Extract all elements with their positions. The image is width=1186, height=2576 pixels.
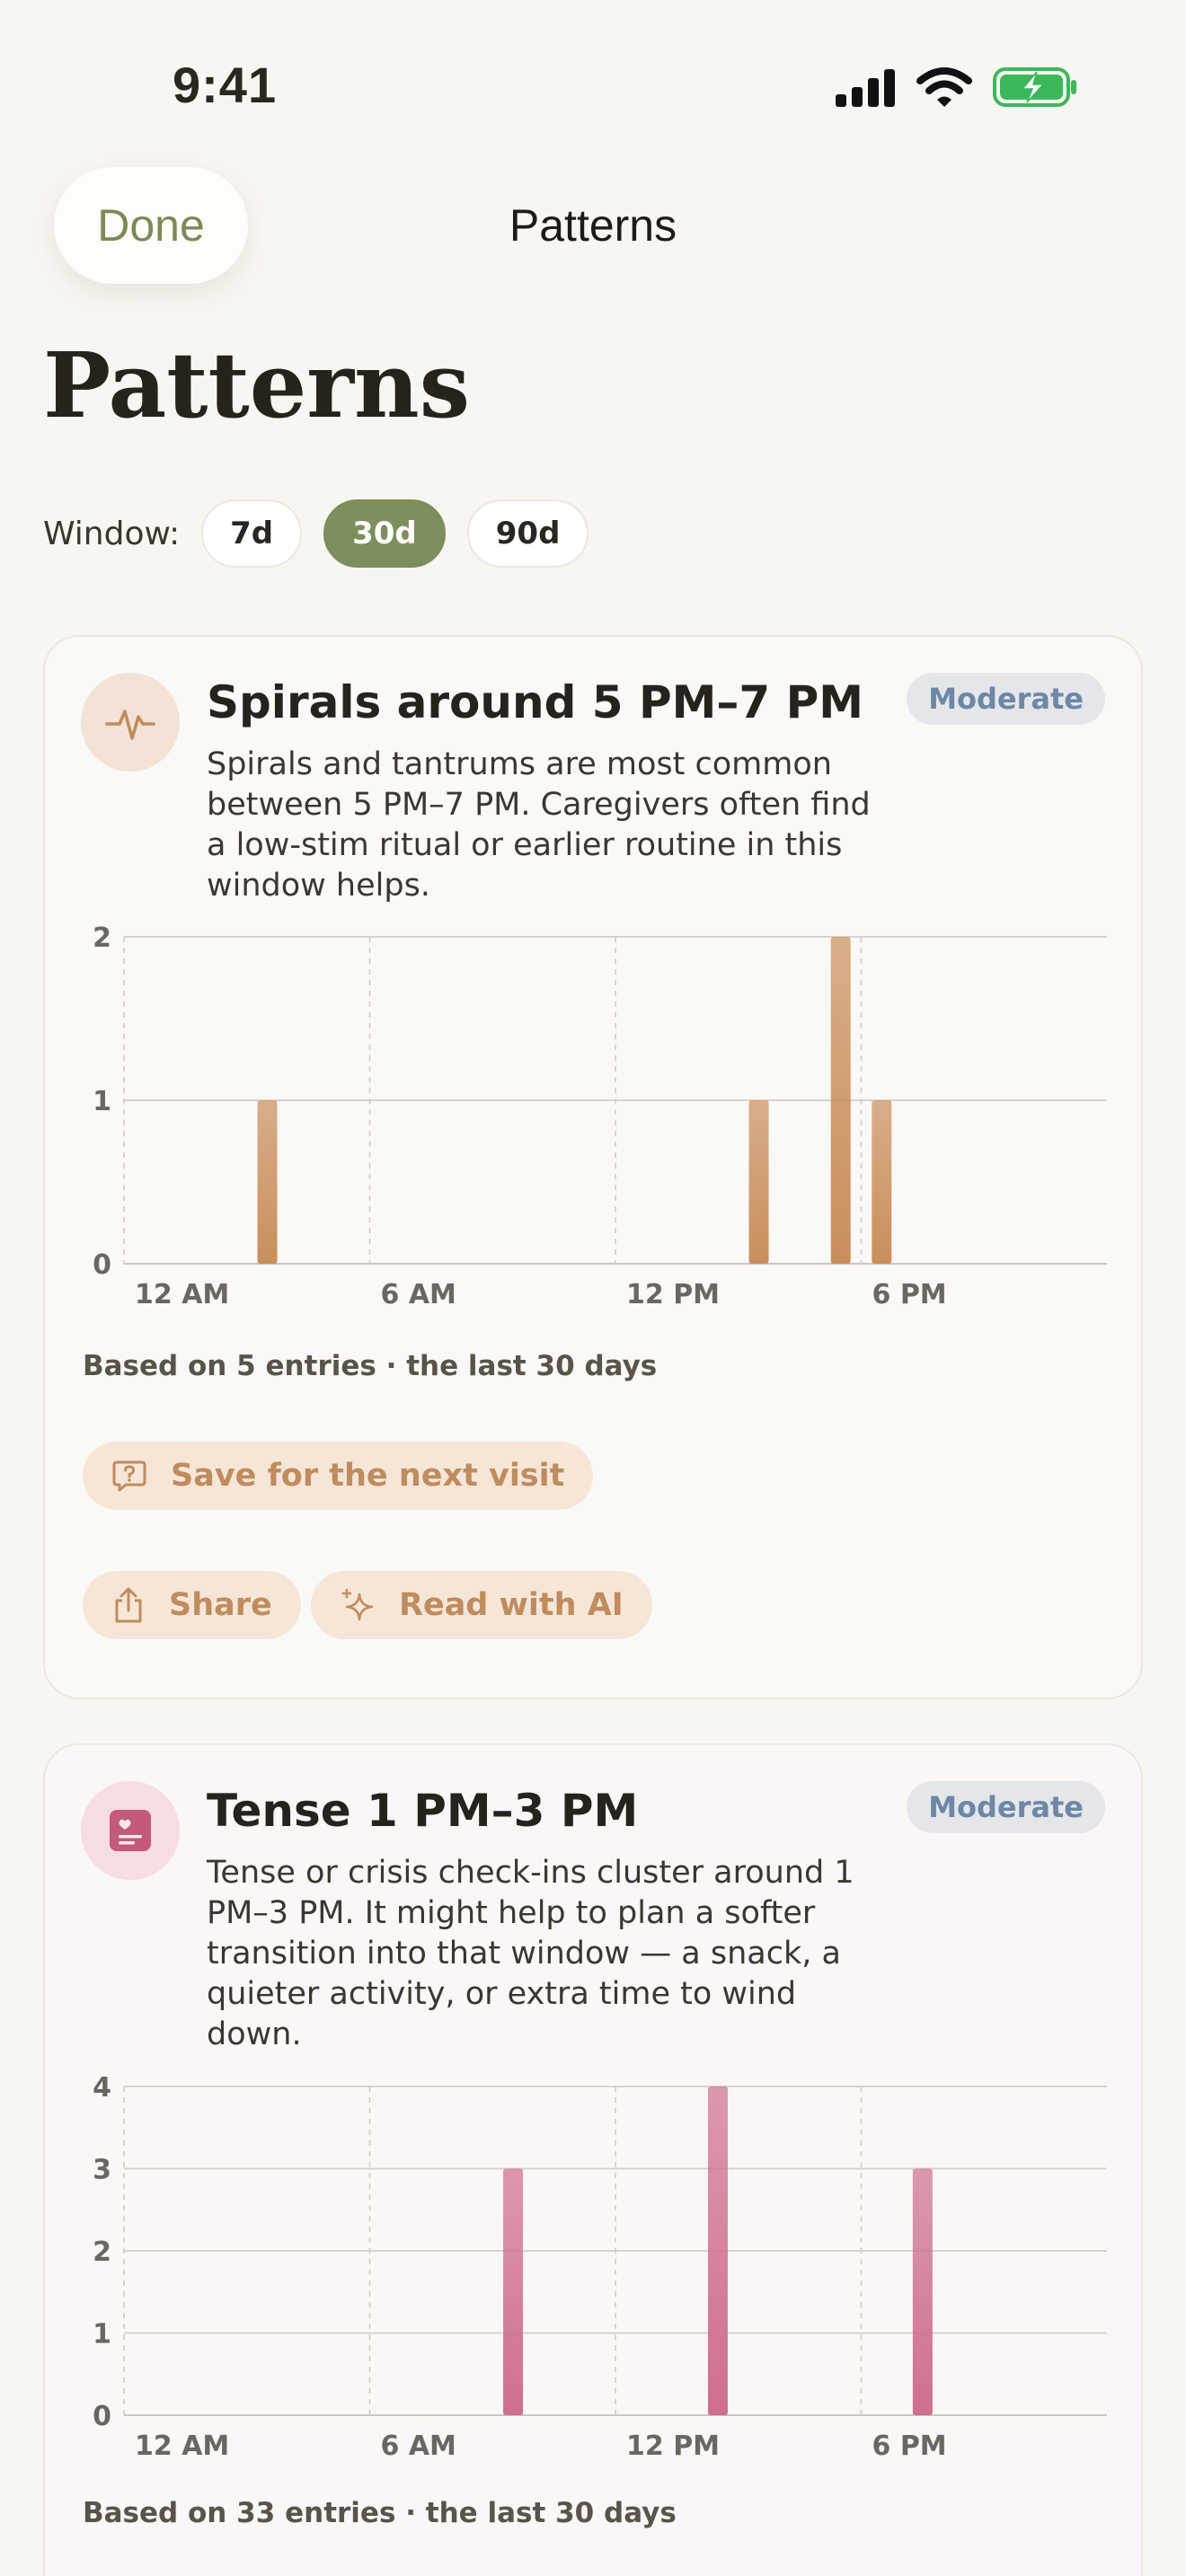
- chart-bar: [503, 2168, 524, 2415]
- nav-title: Patterns: [509, 200, 677, 251]
- journal-heart-icon: [81, 1781, 180, 1880]
- y-tick-label: 3: [93, 2155, 111, 2186]
- wifi-icon: [916, 67, 972, 107]
- entries-summary: Based on 5 entries · the last 30 days: [83, 1350, 658, 1382]
- entries-summary: Based on 33 entries · the last 30 days: [83, 2497, 677, 2529]
- share-icon: [115, 1587, 142, 1623]
- save-for-visit-button[interactable]: Save for the next visit: [83, 1442, 594, 1510]
- y-tick-label: 1: [93, 1086, 111, 1117]
- x-tick-label: 12 AM: [135, 1279, 229, 1310]
- chart-bar: [257, 1100, 278, 1264]
- severity-badge: Moderate: [907, 673, 1105, 725]
- card-description: Tense or crisis check-ins cluster around…: [207, 1855, 854, 2052]
- question-bubble-icon: [112, 1460, 146, 1492]
- read-with-ai-button[interactable]: Read with AI: [311, 1571, 652, 1639]
- x-tick-label: 12 AM: [135, 2430, 229, 2458]
- hourly-bar-chart: 0 1 2 12 AM 6 AM 12 PM 6 PM: [93, 922, 1107, 1310]
- y-tick-label: 4: [93, 2072, 111, 2104]
- share-label: Share: [169, 1587, 272, 1623]
- hourly-bar-chart: 0 1 2 3 4 12 AM 6 AM 12 PM 6 PM: [93, 2072, 1107, 2458]
- window-chip-7d[interactable]: 7d: [201, 499, 303, 568]
- status-icons: [834, 66, 1078, 108]
- status-bar: 9:41: [0, 0, 1186, 171]
- y-tick-label: 0: [93, 1249, 111, 1281]
- y-tick-label: 0: [93, 2401, 111, 2432]
- window-label: Window:: [43, 515, 181, 552]
- window-selector: Window: 7d 30d 90d: [43, 499, 610, 568]
- pattern-card-tense: Tense 1 PM–3 PM Moderate Tense or crisis…: [43, 1743, 1143, 2576]
- chart-bar: [707, 2086, 728, 2415]
- x-tick-label: 6 PM: [872, 1279, 947, 1310]
- x-tick-label: 6 AM: [381, 2430, 456, 2458]
- chart-bar: [830, 937, 851, 1264]
- cellular-signal-icon: [836, 69, 895, 107]
- window-chip-90d[interactable]: 90d: [466, 499, 589, 568]
- y-tick-label: 1: [93, 2319, 111, 2351]
- battery-charging-icon: [993, 67, 1076, 107]
- y-tick-label: 2: [93, 922, 111, 954]
- card-title: Spirals around 5 PM–7 PM: [207, 676, 863, 728]
- x-tick-label: 12 PM: [626, 2430, 720, 2458]
- card-title: Tense 1 PM–3 PM: [207, 1785, 639, 1837]
- share-button[interactable]: Share: [83, 1571, 301, 1639]
- save-for-visit-label: Save for the next visit: [171, 1458, 565, 1494]
- status-time: 9:41: [173, 57, 278, 113]
- pattern-card-spirals: Spirals around 5 PM–7 PM Moderate Spiral…: [43, 635, 1143, 1699]
- window-chip-30d[interactable]: 30d: [323, 499, 446, 568]
- page-title: Patterns: [43, 332, 470, 438]
- chart-bar: [748, 1100, 769, 1264]
- x-tick-label: 12 PM: [626, 1279, 720, 1310]
- chart-bar: [872, 1100, 892, 1264]
- chart-bar: [912, 2168, 933, 2415]
- read-with-ai-label: Read with AI: [399, 1587, 624, 1623]
- severity-badge: Moderate: [907, 1781, 1105, 1833]
- x-tick-label: 6 PM: [872, 2430, 947, 2458]
- sparkle-icon: [341, 1588, 374, 1621]
- pulse-icon: [81, 673, 180, 772]
- card-description: Spirals and tantrums are most common bet…: [207, 746, 871, 904]
- x-tick-label: 6 AM: [381, 1279, 456, 1310]
- y-tick-label: 2: [93, 2236, 111, 2268]
